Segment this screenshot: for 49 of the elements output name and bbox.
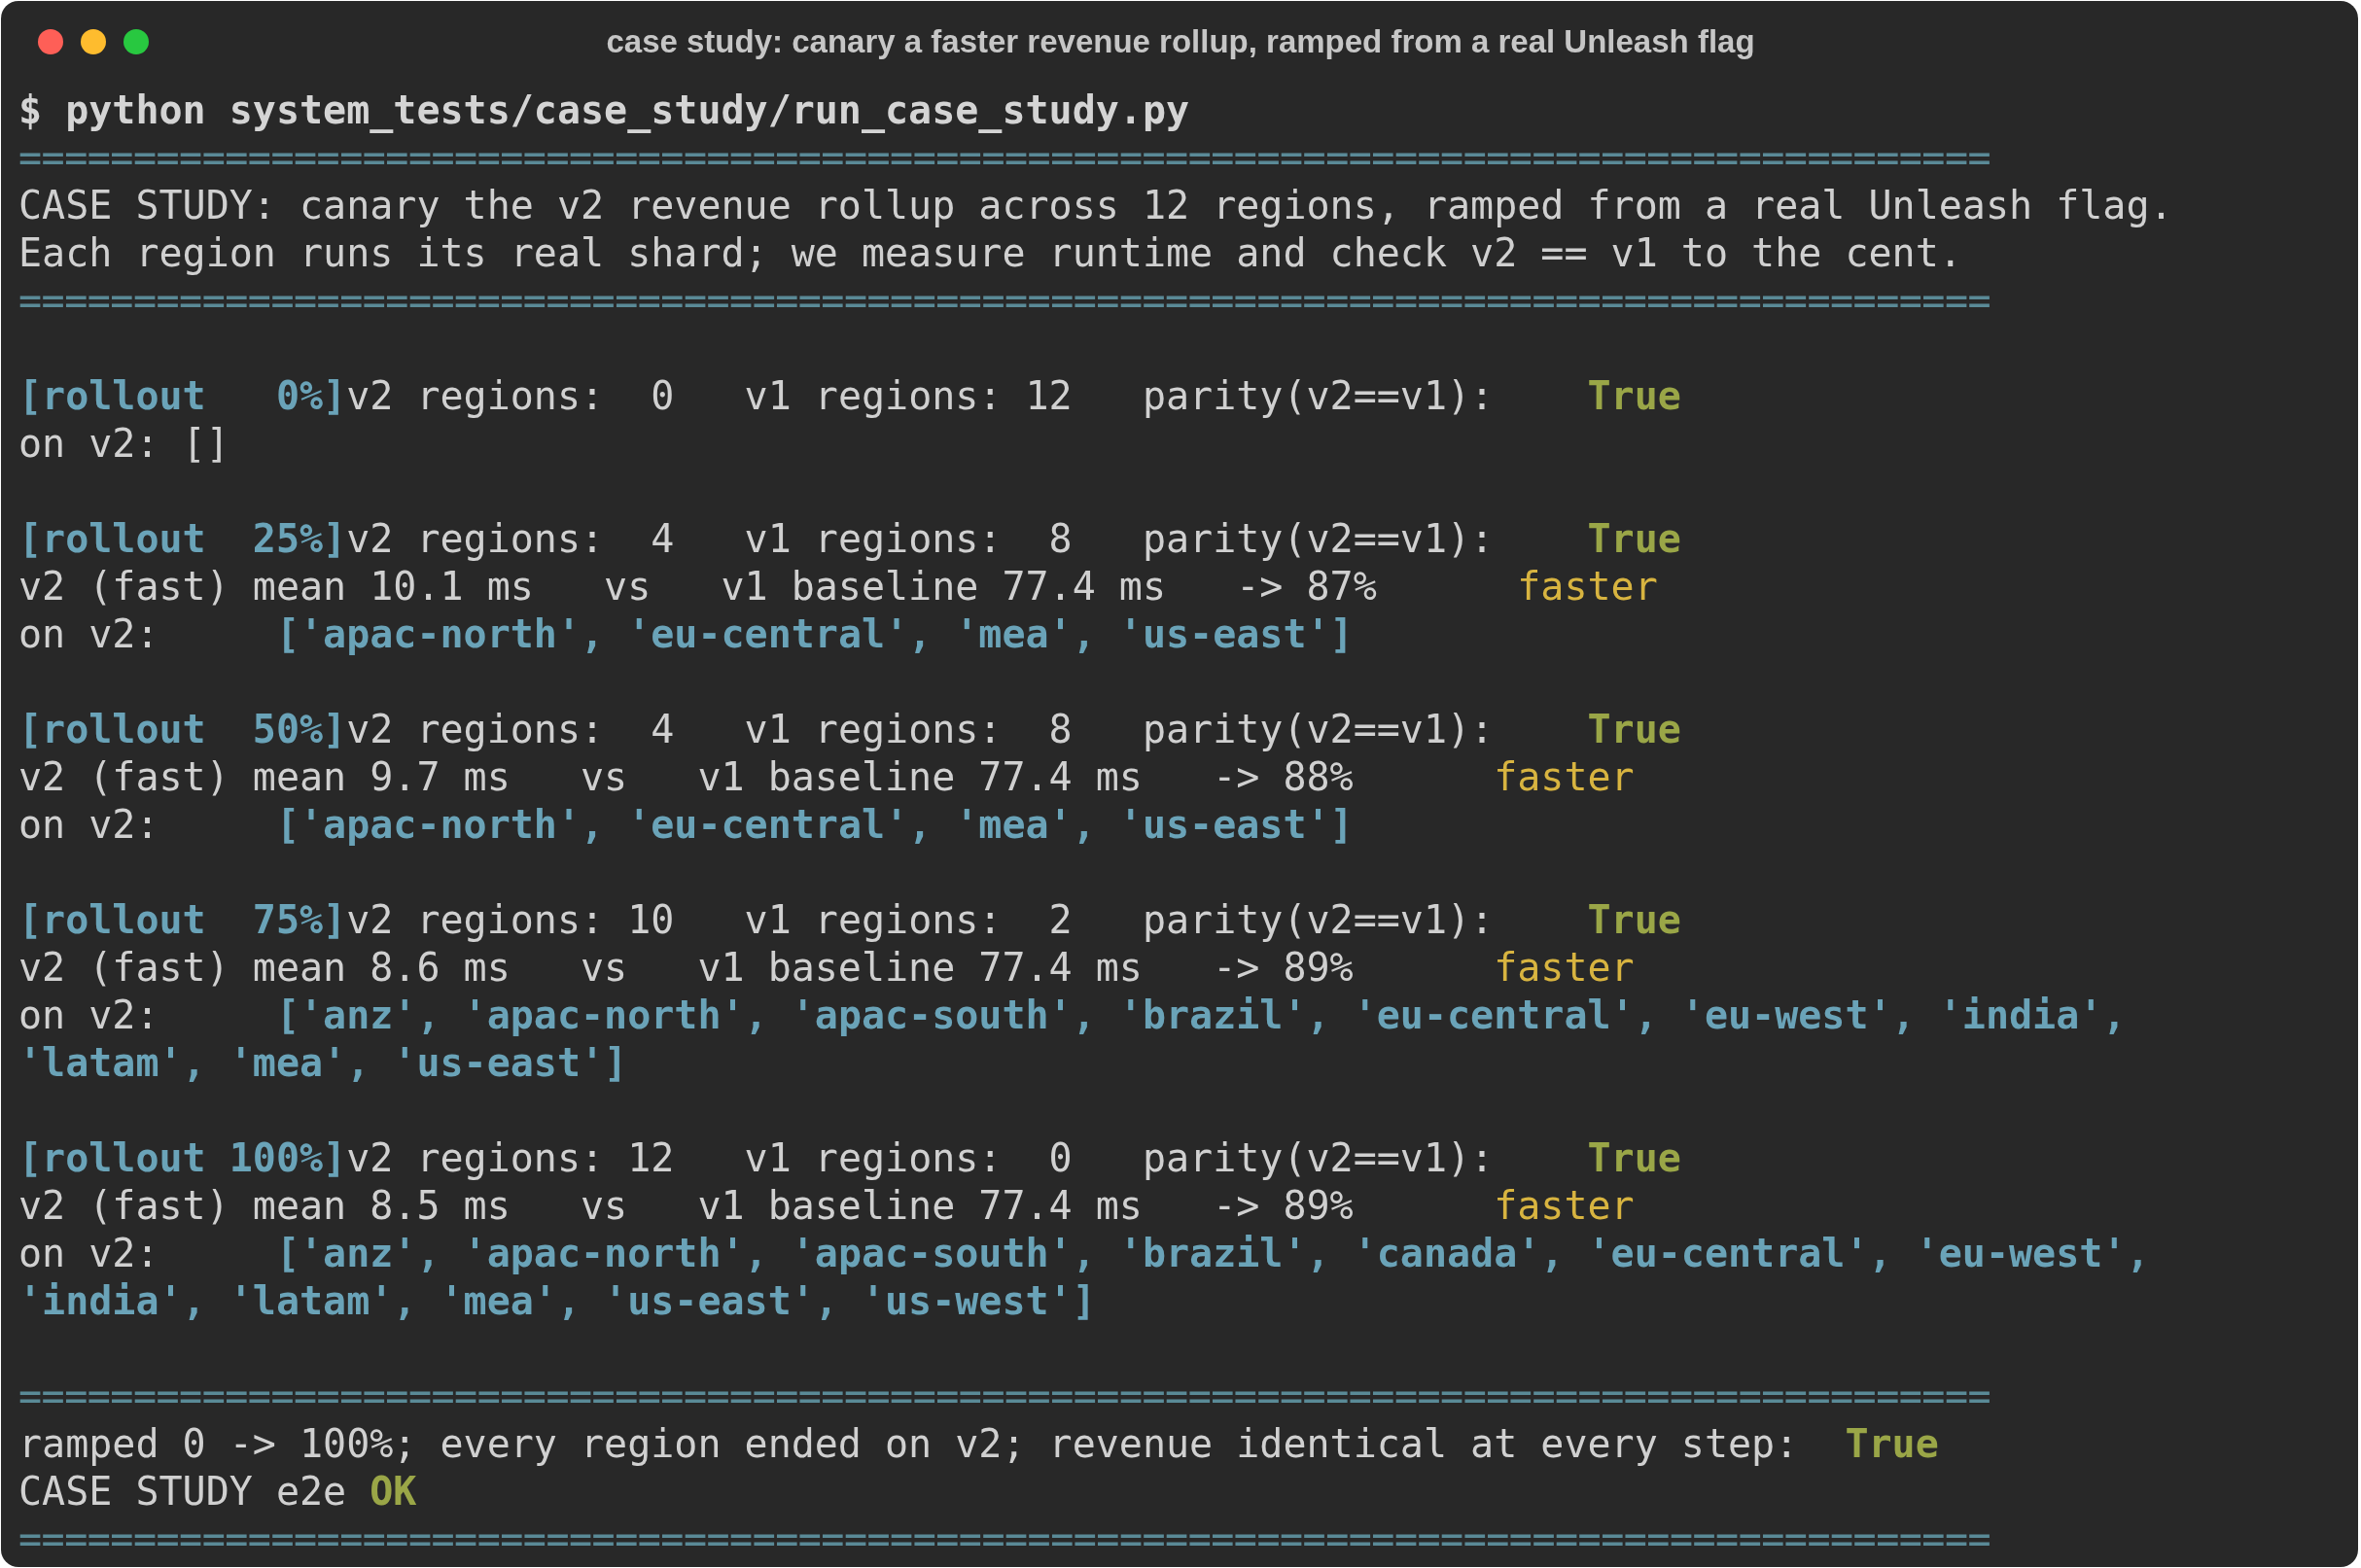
rollout-label: [rollout 100%]	[18, 1134, 347, 1182]
output-text: on v2:	[18, 610, 160, 658]
region-list-text: 'india', 'latam', 'mea', 'us-east', 'us-west']	[18, 1277, 1096, 1325]
output-text: CASE STUDY e2e	[18, 1468, 348, 1516]
minimize-button[interactable]	[81, 29, 106, 54]
zoom-button[interactable]	[123, 29, 149, 54]
output-text: on v2: []	[18, 420, 229, 468]
output-text: on v2:	[18, 992, 160, 1039]
status-text: True	[1845, 1420, 1939, 1468]
output-text: v2 (fast) mean 8.5 ms vs v1 baseline 77.4 ms -> 89%	[18, 1182, 1355, 1230]
output-text: v2 regions: 10 v1 regions: 2 parity(v2==v1):	[346, 896, 1496, 944]
output-text: CASE STUDY: canary the v2 revenue rollup across 12 regions, ramped from a real Unleash flag.	[18, 182, 2173, 229]
window-title: case study: canary a faster revenue rollup, ramped from a real Unleash flag	[606, 22, 1755, 62]
rollout-label: [rollout 50%]	[18, 706, 347, 753]
region-list-text: ['apac-north', 'eu-central', 'mea', 'us-east']	[275, 610, 1354, 658]
separator-text: ======================================================================================	[18, 277, 1991, 325]
output-text: v2 (fast) mean 10.1 ms vs v1 baseline 77.4 ms -> 87%	[18, 563, 1378, 610]
region-list-text: ['apac-north', 'eu-central', 'mea', 'us-east']	[275, 801, 1354, 849]
speed-text: faster	[1517, 563, 1658, 610]
status-text: True	[1587, 1134, 1681, 1182]
status-text: True	[1587, 706, 1681, 753]
rollout-label: [rollout 75%]	[18, 896, 347, 944]
region-list-text: 'latam', 'mea', 'us-east']	[18, 1039, 628, 1087]
separator-text: ======================================================================================	[18, 1516, 1991, 1563]
speed-text: faster	[1494, 753, 1635, 801]
status-text: True	[1587, 372, 1681, 420]
output-text: v2 (fast) mean 8.6 ms vs v1 baseline 77.4 ms -> 89%	[18, 944, 1355, 992]
command-text: $ python system_tests/case_study/run_case_study.py	[18, 87, 1190, 134]
output-text: v2 regions: 0 v1 regions: 12 parity(v2==v1):	[346, 372, 1496, 420]
output-text: ramped 0 -> 100%; every region ended on v2; revenue identical at every step:	[18, 1420, 1800, 1468]
output-text: Each region runs its real shard; we measure runtime and check v2 == v1 to the cent.	[18, 229, 1962, 277]
status-text: True	[1587, 896, 1681, 944]
output-text: v2 regions: 12 v1 regions: 0 parity(v2==v1):	[346, 1134, 1496, 1182]
output-text: on v2:	[18, 801, 160, 849]
separator-text: ======================================================================================	[18, 134, 1991, 182]
status-text: True	[1587, 515, 1681, 563]
output-text: on v2:	[18, 1230, 160, 1277]
status-text: OK	[370, 1468, 417, 1516]
rollout-label: [rollout 25%]	[18, 515, 347, 563]
close-button[interactable]	[38, 29, 63, 54]
speed-text: faster	[1494, 1182, 1635, 1230]
separator-text: ======================================================================================	[18, 1373, 1991, 1420]
region-list-text: ['anz', 'apac-north', 'apac-south', 'brazil', 'eu-central', 'eu-west', 'india',	[275, 992, 2127, 1039]
speed-text: faster	[1494, 944, 1635, 992]
output-text: v2 regions: 4 v1 regions: 8 parity(v2==v1):	[346, 706, 1496, 753]
output-text: v2 regions: 4 v1 regions: 8 parity(v2==v1):	[346, 515, 1496, 563]
region-list-text: ['anz', 'apac-north', 'apac-south', 'brazil', 'canada', 'eu-central', 'eu-west',	[275, 1230, 2150, 1277]
output-text: v2 (fast) mean 9.7 ms vs v1 baseline 77.4 ms -> 88%	[18, 753, 1355, 801]
rollout-label: [rollout 0%]	[18, 372, 347, 420]
